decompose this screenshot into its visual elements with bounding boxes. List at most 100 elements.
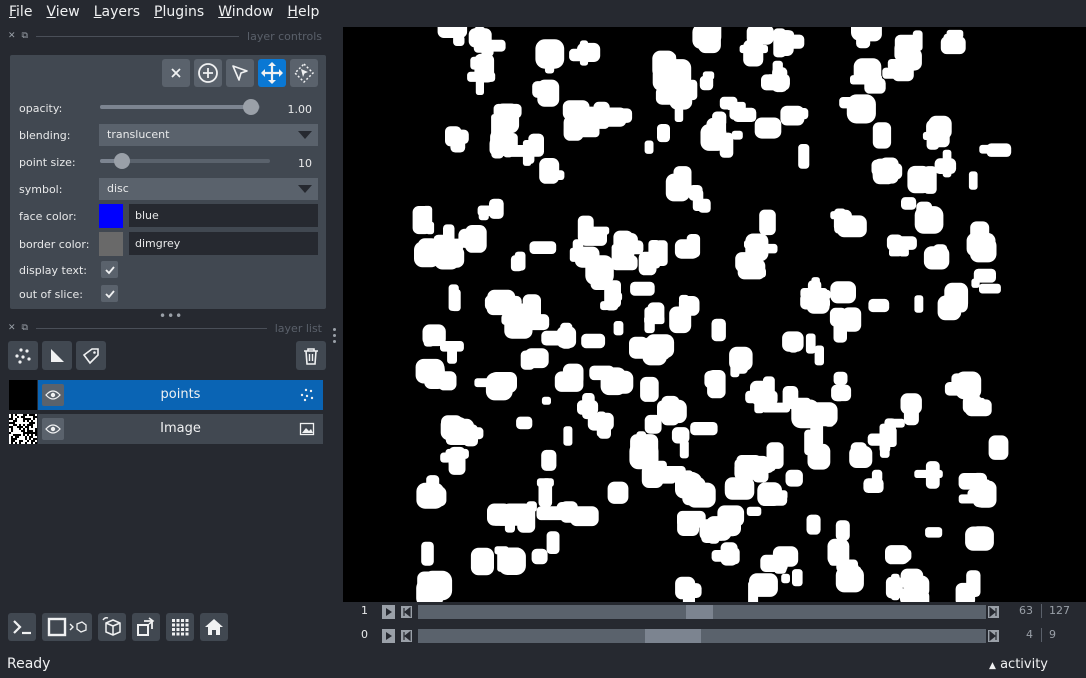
display-text-checkbox[interactable] <box>101 261 118 278</box>
image-blob <box>529 241 557 254</box>
layer-list-title: layer list <box>274 321 322 335</box>
menu-file[interactable]: File <box>4 4 37 20</box>
delete-points-button[interactable] <box>162 59 190 87</box>
symbol-dropdown[interactable]: disc <box>99 178 318 200</box>
console-button[interactable] <box>8 613 36 641</box>
visibility-toggle[interactable] <box>42 418 64 440</box>
image-blob <box>853 58 882 84</box>
image-blob <box>757 482 788 506</box>
image-blob <box>746 506 762 516</box>
out-of-slice-checkbox[interactable] <box>101 285 118 302</box>
step-back-icon[interactable] <box>401 606 412 618</box>
step-back-icon[interactable] <box>401 630 412 642</box>
delete-layer-button[interactable] <box>296 341 326 370</box>
image-blob <box>629 336 649 359</box>
image-blob <box>589 365 615 381</box>
dock-close-icon[interactable]: ✕ <box>8 31 16 41</box>
add-points-icon <box>198 63 218 83</box>
dock-float-icon[interactable]: ⧉ <box>22 31 28 41</box>
image-blob <box>849 442 873 468</box>
image-blob <box>746 27 774 45</box>
axis-slider-track[interactable] <box>418 629 986 643</box>
face-color-swatch[interactable] <box>99 204 123 228</box>
visibility-toggle[interactable] <box>42 384 64 406</box>
layer-row-points[interactable]: points <box>38 380 323 410</box>
axis-max-value[interactable]: 9 <box>1049 628 1056 641</box>
eye-icon <box>45 424 61 434</box>
image-blob <box>477 198 504 221</box>
image-blob <box>885 545 912 565</box>
blending-dropdown[interactable]: translucent <box>99 124 318 146</box>
step-forward-icon[interactable] <box>988 606 999 618</box>
grid-view-button[interactable] <box>166 613 194 641</box>
dock-float-icon[interactable]: ⧉ <box>22 323 28 333</box>
dock-title-divider <box>35 35 240 37</box>
image-blob <box>640 376 659 402</box>
face-color-input[interactable]: blue <box>129 204 318 227</box>
axis-current-value[interactable]: 4 <box>1003 628 1033 641</box>
image-blob <box>675 576 696 602</box>
border-color-swatch[interactable] <box>99 232 123 256</box>
ndisplay-toggle-button[interactable] <box>42 613 92 641</box>
new-points-layer-button[interactable] <box>8 341 38 370</box>
image-blob <box>914 295 924 313</box>
step-forward-icon[interactable] <box>988 630 999 642</box>
layer-thumbnail-points <box>9 380 37 410</box>
image-blob <box>751 455 774 483</box>
image-blob <box>729 346 753 378</box>
image-blob <box>648 240 668 269</box>
roll-dimensions-button[interactable] <box>98 613 126 641</box>
image-blob <box>839 94 876 124</box>
axis-slider-track[interactable] <box>418 605 986 619</box>
opacity-slider-handle[interactable] <box>243 99 259 115</box>
layer-row-image[interactable]: Image <box>38 414 323 444</box>
activity-button[interactable]: ▲ activity <box>989 657 1048 672</box>
transform-button[interactable] <box>290 59 318 87</box>
axis-slider-handle[interactable] <box>645 629 701 643</box>
pan-zoom-button[interactable] <box>258 59 286 87</box>
image-blob <box>416 475 447 509</box>
menu-view[interactable]: View <box>41 4 84 20</box>
image-blob <box>805 333 824 366</box>
transpose-dimensions-button[interactable] <box>132 613 160 641</box>
image-blob <box>656 466 686 479</box>
play-icon[interactable] <box>382 605 395 619</box>
dock-title-divider <box>35 327 267 329</box>
add-points-button[interactable] <box>194 59 222 87</box>
symbol-value: disc <box>107 182 129 195</box>
image-blob <box>674 234 701 259</box>
image-blob <box>914 201 944 234</box>
axis-slider-handle[interactable] <box>686 605 713 619</box>
image-layer-render <box>412 27 1012 602</box>
axis-max-value[interactable]: 127 <box>1049 604 1070 617</box>
axis-label: 1 <box>361 604 368 617</box>
select-points-button[interactable] <box>226 59 254 87</box>
image-blob <box>593 101 627 129</box>
image-blob <box>965 526 994 551</box>
new-shapes-layer-button[interactable] <box>42 341 72 370</box>
image-blob <box>907 578 926 602</box>
image-blob <box>780 105 809 126</box>
border-color-input[interactable]: dimgrey <box>129 232 318 255</box>
axis-current-value[interactable]: 63 <box>1003 604 1033 617</box>
menu-window[interactable]: Window <box>213 4 278 20</box>
image-blob <box>782 331 804 353</box>
new-labels-layer-button[interactable] <box>76 341 106 370</box>
opacity-slider[interactable] <box>100 105 260 109</box>
menu-plugins[interactable]: Plugins <box>149 4 209 20</box>
point-size-slider-handle[interactable] <box>114 153 130 169</box>
viewer-canvas[interactable] <box>343 27 1086 602</box>
menu-layers[interactable]: Layers <box>89 4 145 20</box>
display-text-label: display text: <box>19 264 87 277</box>
play-icon[interactable] <box>382 629 395 643</box>
image-blob <box>532 79 560 107</box>
image-blob <box>831 384 852 402</box>
dock-close-icon[interactable]: ✕ <box>8 323 16 333</box>
square-2d-icon <box>47 617 87 637</box>
transpose-icon <box>137 617 155 636</box>
image-blob <box>833 371 848 386</box>
menu-help[interactable]: Help <box>282 4 324 20</box>
grid-icon <box>172 619 189 636</box>
vertical-dock-resizer[interactable] <box>333 328 337 344</box>
reset-view-button[interactable] <box>200 613 228 641</box>
